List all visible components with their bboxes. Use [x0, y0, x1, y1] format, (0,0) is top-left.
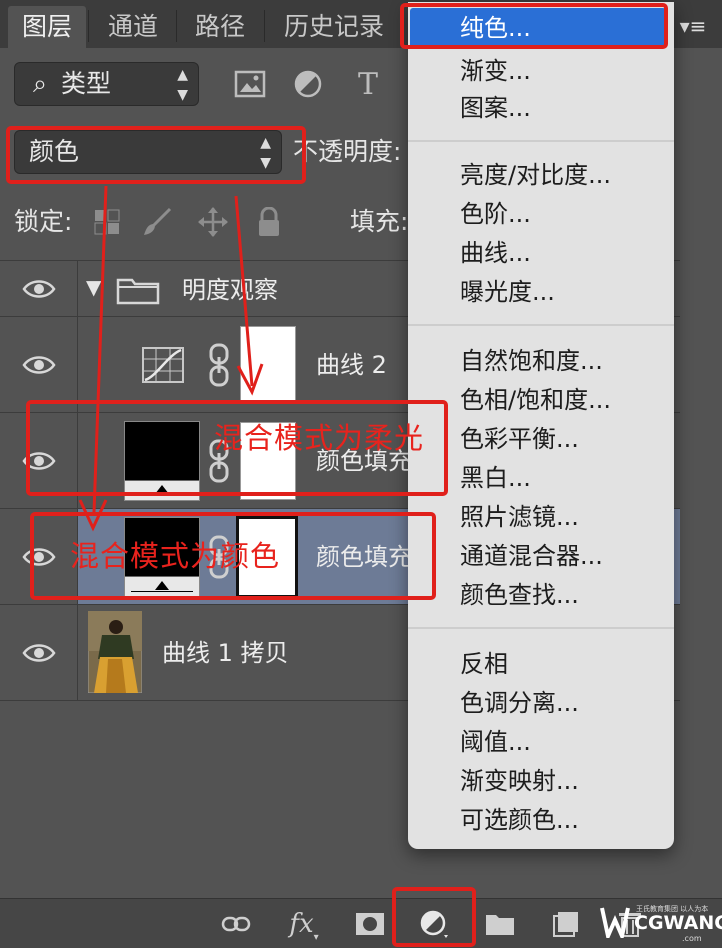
tab-divider: [176, 10, 177, 42]
lock-image-pixels-brush-icon[interactable]: [140, 205, 174, 239]
eye-visibility-icon[interactable]: [22, 641, 56, 665]
menu-item-curves[interactable]: 曲线...: [460, 236, 531, 270]
layer-filter-label: 类型: [61, 69, 112, 98]
menu-separator: [408, 627, 674, 629]
curves-adjustment-icon: [142, 347, 184, 383]
menu-item-selective-color[interactable]: 可选颜色...: [460, 803, 579, 837]
menu-item-channel-mixer[interactable]: 通道混合器...: [460, 539, 603, 573]
layer-name: 曲线 2: [316, 351, 387, 379]
watermark-brand: CGWANG: [634, 912, 722, 934]
tab-history[interactable]: 历史记录: [270, 6, 398, 48]
tab-divider: [88, 10, 89, 42]
mask-link-chain-icon[interactable]: [208, 343, 230, 387]
menu-item-hue-saturation[interactable]: 色相/饱和度...: [460, 383, 611, 417]
link-layers-icon[interactable]: [216, 905, 256, 943]
lock-transparent-pixels-icon[interactable]: [90, 205, 124, 239]
opacity-label: 不透明度:: [293, 137, 402, 166]
menu-separator: [408, 324, 674, 326]
add-layer-mask-icon[interactable]: [350, 905, 390, 943]
menu-item-pattern[interactable]: 图案...: [460, 91, 531, 125]
menu-item-photo-filter[interactable]: 照片滤镜...: [460, 500, 579, 534]
menu-item-black-white[interactable]: 黑白...: [460, 461, 531, 495]
type-layer-filter-icon[interactable]: T: [350, 66, 386, 102]
lock-position-move-icon[interactable]: [196, 205, 230, 239]
pixel-layer-filter-icon[interactable]: [232, 66, 268, 102]
tab-paths[interactable]: 路径: [182, 6, 258, 48]
eye-visibility-icon[interactable]: [22, 277, 56, 301]
visibility-column: [0, 261, 78, 316]
cgwang-watermark-logo: 王氏教育集团 以人为本 CGWANG .com: [596, 898, 722, 948]
adjustment-layer-filter-icon[interactable]: [290, 66, 326, 102]
tab-layers[interactable]: 图层: [8, 6, 86, 48]
layer-mask-thumbnail[interactable]: [240, 326, 296, 404]
menu-item-levels[interactable]: 色阶...: [460, 197, 531, 231]
layer-style-fx-icon[interactable]: fx ▾: [284, 905, 324, 943]
annotation-box-solid-color: [400, 3, 668, 49]
tab-channels[interactable]: 通道: [96, 6, 170, 48]
annotation-text-soft-light: 混合模式为柔光: [214, 421, 425, 455]
panel-menu-icon[interactable]: ▾≡: [678, 16, 708, 36]
lock-all-icon[interactable]: [252, 205, 286, 239]
group-collapse-triangle-icon[interactable]: ▼: [86, 275, 101, 299]
layer-name: 曲线 1 拷贝: [162, 639, 289, 667]
annotation-text-color-mode: 混合模式为颜色: [70, 539, 281, 573]
menu-item-gradient-map[interactable]: 渐变映射...: [460, 764, 579, 798]
folder-icon: [116, 278, 160, 305]
visibility-column: [0, 317, 78, 412]
watermark-domain: .com: [682, 934, 702, 943]
menu-item-brightness-contrast[interactable]: 亮度/对比度...: [460, 158, 611, 192]
menu-item-posterize[interactable]: 色调分离...: [460, 686, 579, 720]
eye-visibility-icon[interactable]: [22, 353, 56, 377]
photo-layer-thumbnail[interactable]: [88, 611, 142, 693]
new-group-folder-icon[interactable]: [480, 905, 520, 943]
menu-item-color-balance[interactable]: 色彩平衡...: [460, 422, 579, 456]
layer-name: 明度观察: [182, 276, 278, 304]
menu-item-exposure[interactable]: 曝光度...: [460, 275, 555, 309]
visibility-column: [0, 605, 78, 700]
fill-label: 填充:: [350, 207, 409, 236]
annotation-box-blend-mode: [6, 126, 306, 184]
menu-item-gradient[interactable]: 渐变...: [460, 54, 531, 88]
annotation-box-adjustment-button: [392, 887, 476, 947]
menu-item-color-lookup[interactable]: 颜色查找...: [460, 578, 579, 612]
lock-label: 锁定:: [14, 207, 73, 236]
menu-item-vibrance[interactable]: 自然饱和度...: [460, 344, 603, 378]
menu-item-invert[interactable]: 反相: [460, 647, 508, 681]
menu-separator: [408, 140, 674, 142]
new-layer-icon[interactable]: [546, 905, 586, 943]
select-arrows-icon: ▲ ▼: [177, 67, 188, 103]
cgwang-logo-mark-icon: [600, 907, 630, 938]
tab-divider: [264, 10, 265, 42]
search-icon: ⌕: [33, 69, 48, 98]
menu-item-threshold[interactable]: 阈值...: [460, 725, 531, 759]
layer-filter-select[interactable]: ⌕ 类型 ▲ ▼: [14, 62, 199, 106]
